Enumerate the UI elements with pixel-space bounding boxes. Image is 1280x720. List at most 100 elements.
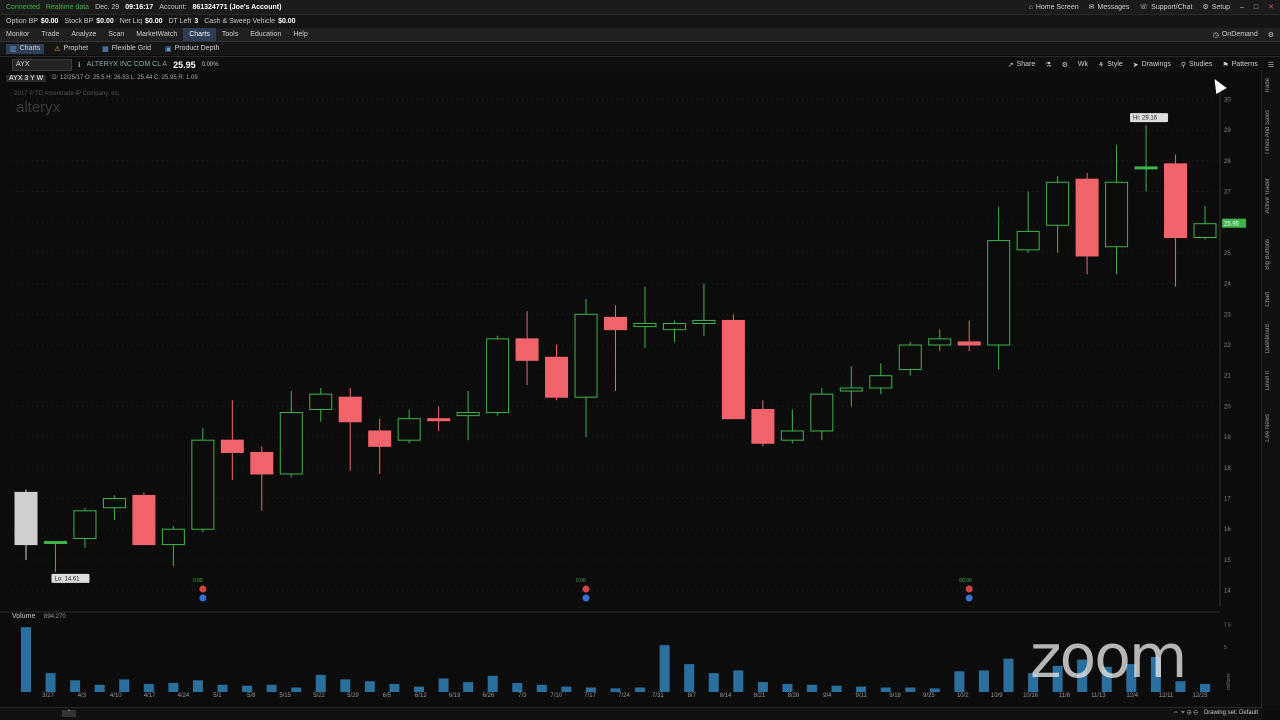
candle-body <box>1016 230 1040 251</box>
side-tab-times-and-sales[interactable]: Times And Sales <box>1265 110 1271 155</box>
candle-body <box>869 375 893 389</box>
subtab-charts[interactable]: ▥ Charts <box>6 43 45 54</box>
status-bar: Connected Realtime data Dec. 29 09:16:17… <box>0 0 1280 15</box>
close-button[interactable]: ✕ <box>1268 3 1274 11</box>
date-tick-label: 4/17 <box>144 693 156 699</box>
subtab-label: Product Depth <box>174 45 220 52</box>
menu-item-trade[interactable]: Trade <box>35 31 65 38</box>
candle-body <box>456 412 480 417</box>
date-tick-label: 8/14 <box>720 693 732 699</box>
date-tick-label: 7/17 <box>584 693 596 699</box>
account-label: Account: <box>159 3 187 11</box>
maximize-button[interactable]: □ <box>1254 4 1258 11</box>
menu-item-help[interactable]: Help <box>287 31 313 38</box>
settings-button[interactable]: ⚙ <box>1268 31 1274 39</box>
price-tick-label: 19 <box>1224 435 1231 441</box>
volume-bar <box>45 673 56 692</box>
date-tick-label: 5/8 <box>247 693 256 699</box>
status-actions: ⌂ Home Screen ✉ Messages ☏ Support/Chat ⚙ Se… <box>1019 0 1274 14</box>
candle[interactable] <box>721 314 745 420</box>
event-label: 0.00 <box>576 578 586 584</box>
subtab-label: Flexible Grid <box>111 45 151 52</box>
expand-icon[interactable]: ⌃ <box>62 710 76 717</box>
side-tab-dashboard[interactable]: Dashboard <box>1265 324 1271 353</box>
side-tab-big-buttons[interactable]: Big Buttons <box>1265 239 1271 270</box>
menu-icon: ☰ <box>1267 61 1274 69</box>
menu-item-monitor[interactable]: Monitor <box>0 31 35 38</box>
drawing-set-label: Drawing set: Default <box>1203 710 1258 716</box>
studies-button[interactable]: ⚲ Studies <box>1181 61 1213 69</box>
candle[interactable] <box>191 427 215 533</box>
messages-button[interactable]: ✉ Messages <box>1089 3 1130 12</box>
volume-bar <box>684 664 695 692</box>
balance-label: Cash & Sweep Vehicle <box>204 18 276 25</box>
candle-body <box>368 430 392 447</box>
drawing-tool-icons[interactable]: ⇔ ⌖ ⊕ ⊖ <box>1172 709 1198 717</box>
chart-period: AYX 3 Y W <box>6 74 47 82</box>
price-tick-label: 30 <box>1224 97 1231 103</box>
account-selector[interactable]: 861324771 (Joe's Account) <box>192 4 281 11</box>
flask-button[interactable]: ⚗ <box>1045 61 1051 69</box>
menu-item-marketwatch[interactable]: MarketWatch <box>130 31 183 38</box>
balance-label: DT Left <box>168 18 192 25</box>
date-tick-label: 9/18 <box>889 693 901 699</box>
candle-body <box>1075 178 1099 257</box>
link-icon[interactable]: ℹ <box>78 61 81 69</box>
volume-bar <box>463 682 474 692</box>
side-tab-active-trader[interactable]: Active Trader <box>1265 178 1271 213</box>
price-tick-label: 21 <box>1224 374 1231 380</box>
minimize-button[interactable]: – <box>1240 4 1244 11</box>
candle-body <box>574 313 598 398</box>
home-screen-button[interactable]: ⌂ Home Screen <box>1029 4 1079 11</box>
candle[interactable] <box>486 335 510 416</box>
side-tab-level-ii[interactable]: Level II <box>1265 371 1271 390</box>
company-name: ALTERYX INC COM CL A <box>86 61 168 68</box>
depth-icon: ▣ <box>164 45 172 53</box>
side-tab-trade[interactable]: Trade <box>1265 78 1271 93</box>
volume-bar <box>708 673 719 692</box>
earnings-icon <box>199 585 207 593</box>
side-tab-chart[interactable]: Chart <box>1265 292 1271 307</box>
date-tick-label: 8/28 <box>788 693 800 699</box>
subtab-flexible-grid[interactable]: ▦ Flexible Grid <box>98 44 155 54</box>
gear-icon: ⚙ <box>1202 4 1209 11</box>
candle-body <box>721 319 745 420</box>
last-price: 25.95 <box>173 59 196 70</box>
date-tick-label: 7/31 <box>652 693 664 699</box>
timeframe-selector[interactable]: Wk <box>1078 61 1088 68</box>
candle-body <box>338 396 362 423</box>
volume-bar <box>217 684 228 692</box>
candle[interactable] <box>132 492 156 546</box>
chart-toolbar: AYX ℹ ALTERYX INC COM CL A 25.95 0.00% ↗… <box>0 56 1280 73</box>
style-button[interactable]: ⚘ Style <box>1098 61 1123 69</box>
symbol-input[interactable]: AYX <box>12 58 72 71</box>
menu-item-scan[interactable]: Scan <box>102 31 130 38</box>
balance-label: Option BP <box>6 18 38 25</box>
candle-body <box>839 387 863 392</box>
date-tick-label: 10/2 <box>957 693 969 699</box>
drawings-button[interactable]: ➤ Drawings <box>1133 61 1171 69</box>
chart-menu-button[interactable]: ☰ <box>1268 61 1274 69</box>
volume-bar <box>978 670 989 692</box>
subtab-prophet[interactable]: ⚠ Prophet <box>50 44 92 54</box>
price-chart[interactable]: 2017 © TD Ameritrade IP Company, Inc. alt… <box>0 84 1262 710</box>
setup-button[interactable]: ⚙ Setup <box>1202 3 1230 12</box>
balance-item: Option BP $0.00 <box>6 18 58 25</box>
volume-bar <box>561 686 572 692</box>
menu-item-charts[interactable]: Charts <box>183 28 216 41</box>
price-tick-label: 15 <box>1224 558 1231 564</box>
side-tab-live-news[interactable]: Live News <box>1265 414 1271 442</box>
support-chat-button[interactable]: ☏ Support/Chat <box>1139 3 1192 12</box>
chart-settings-button[interactable]: ⚙ <box>1062 61 1068 69</box>
date-tick-label: 4/10 <box>110 693 122 699</box>
menu-item-analyze[interactable]: Analyze <box>65 31 102 38</box>
ondemand-button[interactable]: ◷ OnDemand <box>1213 31 1258 39</box>
balance-value: $0.00 <box>278 18 296 25</box>
warning-icon: ⚠ <box>54 45 61 53</box>
share-button[interactable]: ↗ Share <box>1008 61 1036 69</box>
event-label: 00.00 <box>959 578 972 584</box>
menu-item-education[interactable]: Education <box>244 31 287 38</box>
menu-item-tools[interactable]: Tools <box>216 31 244 38</box>
patterns-button[interactable]: ⚑ Patterns <box>1222 61 1257 69</box>
subtab-product-depth[interactable]: ▣ Product Depth <box>161 44 223 54</box>
